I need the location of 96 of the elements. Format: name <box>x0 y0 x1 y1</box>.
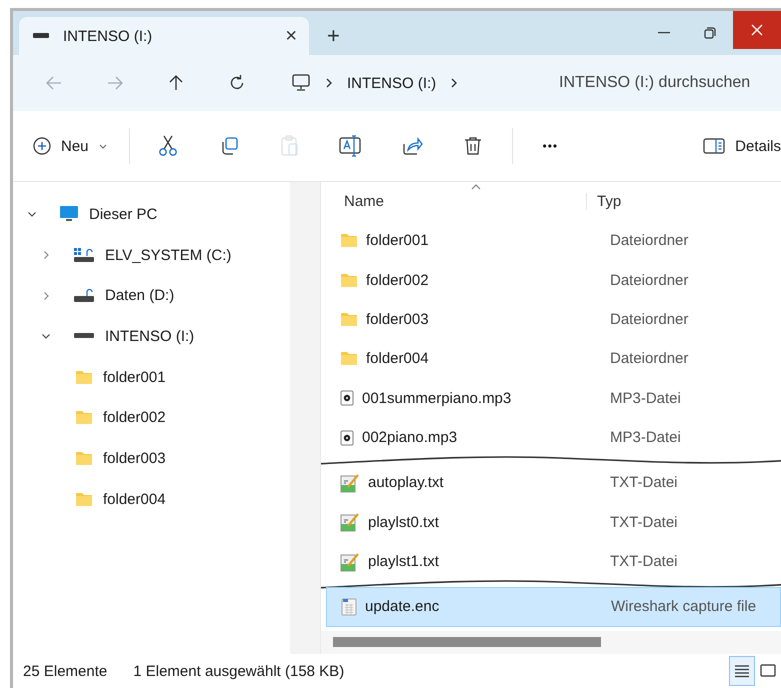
tree-item[interactable]: folder003 <box>13 438 290 479</box>
minimize-icon <box>658 32 670 34</box>
tree-item[interactable]: ELV_SYSTEM (C:) <box>13 234 290 276</box>
list-icon <box>734 664 750 678</box>
tree-item[interactable]: folder001 <box>13 356 290 398</box>
tree-item[interactable]: folder002 <box>13 397 290 438</box>
tree-item[interactable]: Dieser PC <box>13 194 290 235</box>
text-file-icon <box>340 512 360 532</box>
item-count: 25 Elemente <box>23 662 108 680</box>
new-tab-button[interactable]: + <box>309 17 358 55</box>
file-name: 001summerpiano.mp3 <box>362 390 512 407</box>
drive-icon <box>33 32 49 40</box>
close-tab-button[interactable]: × <box>285 24 297 48</box>
file-type: TXT-Datei <box>610 474 678 492</box>
tree-item[interactable]: folder004 <box>13 478 290 520</box>
file-type: MP3-Datei <box>610 390 681 407</box>
folder-icon <box>340 312 358 327</box>
folder-icon <box>340 272 358 288</box>
folder-icon <box>75 410 93 426</box>
file-name: 002piano.mp3 <box>362 429 458 446</box>
file-type: TXT-Datei <box>610 514 678 531</box>
chevron-right-icon[interactable] <box>41 290 51 301</box>
folder-icon <box>75 370 93 385</box>
file-type: Wireshark capture file <box>611 598 756 616</box>
audio-file-icon <box>340 390 354 406</box>
folder-icon <box>340 351 358 366</box>
scissors-icon <box>158 135 178 157</box>
file-row[interactable]: update.enc Wireshark capture file <box>326 587 781 627</box>
column-header[interactable]: Typ <box>587 192 622 210</box>
clipboard-icon <box>280 135 300 157</box>
forward-arrow-icon <box>106 74 124 92</box>
folder-icon <box>340 233 358 248</box>
file-type: Dateiordner <box>610 310 688 328</box>
details-pane-icon <box>703 138 726 154</box>
chevron-right-icon[interactable] <box>41 250 51 260</box>
file-name: folder003 <box>366 310 429 328</box>
folder-icon <box>75 492 93 507</box>
file-row[interactable]: autoplay.txt TXT-Datei <box>326 463 781 503</box>
file-row[interactable]: 001summerpiano.mp3 MP3-Datei <box>326 378 781 418</box>
file-row[interactable]: playlst0.txt TXT-Datei <box>326 502 781 542</box>
tree-item[interactable]: INTENSO (I:) <box>13 316 290 357</box>
file-name: update.enc <box>365 598 440 616</box>
text-file-icon <box>340 552 360 572</box>
file-row[interactable]: 002piano.mp3 MP3-Datei <box>326 418 781 458</box>
chevron-right-icon <box>325 77 333 89</box>
drive-icon <box>73 288 95 304</box>
file-type: Dateiordner <box>610 350 688 368</box>
details-view-button[interactable] <box>729 656 755 686</box>
tab[interactable]: INTENSO (I:) × <box>19 17 309 55</box>
tree-item[interactable]: Daten (D:) <box>13 275 290 316</box>
restore-icon <box>704 27 716 39</box>
search-field[interactable]: INTENSO (I:) durchsuchen <box>549 62 781 104</box>
share-icon <box>401 136 424 156</box>
file-name: autoplay.txt <box>368 474 444 492</box>
data-file-icon <box>341 598 357 616</box>
chevron-down-icon[interactable] <box>41 331 51 342</box>
rename-icon <box>339 135 364 157</box>
file-row[interactable]: folder003 Dateiordner <box>326 300 781 340</box>
file-name: folder001 <box>366 232 429 250</box>
caret-icon <box>98 144 107 148</box>
file-type: Dateiordner <box>610 272 688 288</box>
back-arrow-icon <box>44 74 62 92</box>
breadcrumb[interactable]: INTENSO (I:) <box>347 74 436 92</box>
file-row[interactable]: folder002 Dateiordner <box>326 260 781 300</box>
trash-icon <box>464 136 482 156</box>
chevron-right-icon <box>450 77 458 89</box>
file-row[interactable]: playlst1.txt TXT-Datei <box>326 542 781 582</box>
sort-caret-icon <box>471 184 481 190</box>
column-header[interactable]: Name <box>321 192 587 210</box>
file-type: TXT-Datei <box>610 553 678 570</box>
more-button[interactable]: ••• <box>520 126 580 166</box>
new-button[interactable]: Neu <box>33 126 121 166</box>
tab-title: INTENSO (I:) <box>63 28 154 44</box>
address-bar[interactable]: INTENSO (I:) <box>275 63 549 103</box>
selection-info: 1 Element ausgewählt (158 KB) <box>133 662 344 680</box>
monitor-icon <box>59 205 79 224</box>
close-icon <box>751 24 763 36</box>
file-name: playlst0.txt <box>368 514 439 531</box>
file-row[interactable]: folder001 Dateiordner <box>326 220 781 260</box>
file-type: Dateiordner <box>610 232 688 250</box>
audio-file-icon <box>340 430 354 446</box>
file-name: folder004 <box>366 350 429 368</box>
file-name: playlst1.txt <box>368 553 439 570</box>
tile-icon <box>760 664 776 678</box>
system-drive-icon <box>73 247 95 264</box>
file-name: folder002 <box>366 272 429 288</box>
file-type: MP3-Datei <box>610 429 681 446</box>
file-row[interactable]: folder004 Dateiordner <box>326 339 781 379</box>
drive-icon <box>73 332 95 340</box>
monitor-icon <box>291 73 311 93</box>
plus-circle-icon <box>33 137 51 155</box>
text-file-icon <box>340 472 360 493</box>
details-button[interactable]: Details <box>703 126 781 166</box>
scrollbar-thumb[interactable] <box>333 637 601 648</box>
chevron-down-icon[interactable] <box>27 209 37 220</box>
folder-icon <box>75 450 93 466</box>
